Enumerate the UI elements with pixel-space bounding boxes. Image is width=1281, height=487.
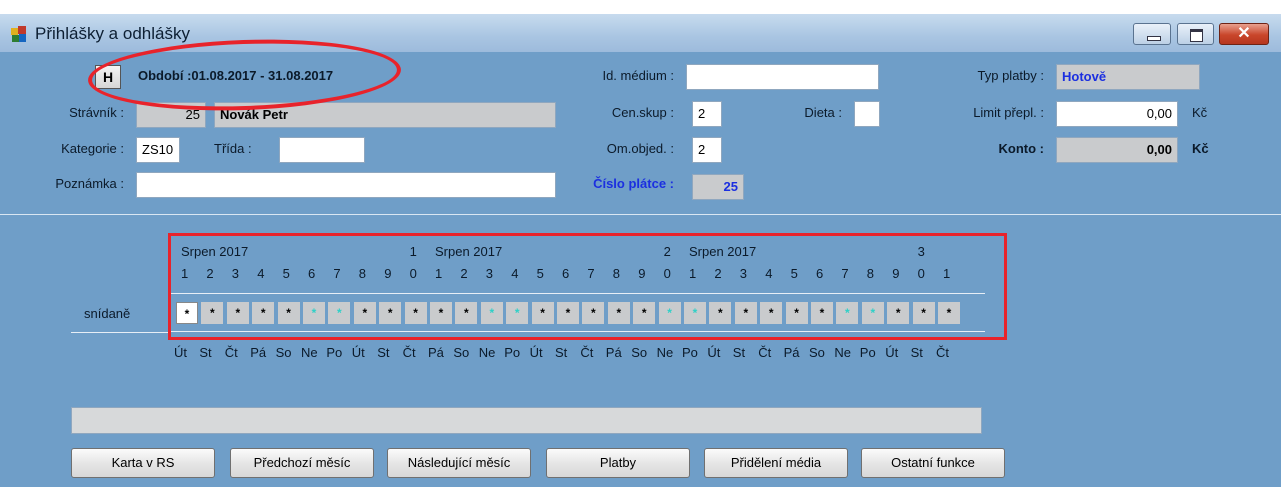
weekday-label: Po [859, 345, 876, 360]
cislo-platce-field: 25 [692, 174, 744, 200]
konto-currency: Kč [1192, 141, 1209, 156]
weekday-label: St [555, 345, 568, 360]
limit-field[interactable]: 0,00 [1056, 101, 1178, 127]
assign-media-button[interactable]: Přidělení média [704, 448, 848, 478]
typ-platby-label: Typ platby : [977, 68, 1044, 83]
typ-platby-field: Hotově [1056, 64, 1200, 90]
maximize-button[interactable] [1177, 23, 1214, 45]
weekday-label: Pá [605, 345, 622, 360]
omobjed-field[interactable]: 2 [692, 137, 722, 163]
limit-currency: Kč [1192, 105, 1208, 120]
weekday-label: Ne [656, 345, 674, 360]
kategorie-label: Kategorie : [61, 141, 124, 156]
weekday-label: Ne [301, 345, 318, 360]
weekday-label: Pá [428, 345, 444, 360]
weekday-label: Út [174, 345, 187, 360]
grid-line-label [71, 332, 168, 333]
dieta-field[interactable] [854, 101, 880, 127]
payments-button[interactable]: Platby [546, 448, 690, 478]
weekday-label: So [453, 345, 470, 360]
highlight-box [168, 233, 1007, 340]
meal-label: snídaně [84, 306, 131, 321]
cislo-platce-label: Číslo plátce : [593, 176, 674, 191]
omobjed-label: Om.objed. : [606, 141, 674, 156]
previous-month-button[interactable]: Předchozí měsíc [230, 448, 374, 478]
weekday-label: Pá [250, 345, 267, 360]
section-divider [0, 214, 1281, 215]
other-functions-button[interactable]: Ostatní funkce [861, 448, 1005, 478]
poznamka-field[interactable] [136, 172, 556, 198]
status-bar [71, 407, 982, 434]
weekday-label: So [275, 345, 292, 360]
weekday-label: Čt [580, 345, 594, 360]
karta-button[interactable]: Karta v RS [71, 448, 215, 478]
konto-field: 0,00 [1056, 137, 1178, 163]
stravnik-label: Strávník : [69, 105, 124, 120]
weekday-label: Út [885, 345, 899, 360]
weekday-label: Čt [402, 345, 416, 360]
weekday-label: Ne [834, 345, 852, 360]
censkup-label: Cen.skup : [611, 105, 674, 120]
next-month-button[interactable]: Následující měsíc [387, 448, 531, 478]
kategorie-field[interactable]: ZS10 [136, 137, 180, 163]
weekday-label: St [199, 345, 212, 360]
id-medium-label: Id. médium : [602, 68, 674, 83]
trida-label: Třída : [214, 141, 252, 156]
weekday-label: Pá [783, 345, 800, 360]
app-icon [11, 26, 26, 42]
weekday-label: So [631, 345, 648, 360]
weekday-label: Po [504, 345, 521, 360]
konto-label: Konto : [998, 141, 1044, 156]
weekday-label: St [377, 345, 390, 360]
weekday-label: Čt [224, 345, 238, 360]
close-button[interactable]: ✕ [1219, 23, 1269, 45]
weekday-label: Po [682, 345, 698, 360]
weekday-label: Čt [936, 345, 949, 360]
weekday-label: Út [351, 345, 365, 360]
weekday-label: So [809, 345, 825, 360]
id-medium-field[interactable] [686, 64, 879, 90]
weekday-label: St [732, 345, 746, 360]
poznamka-label: Poznámka : [55, 176, 124, 191]
censkup-field[interactable]: 2 [692, 101, 722, 127]
weekday-label: Út [529, 345, 543, 360]
close-icon: ✕ [1237, 25, 1251, 42]
window-title: Přihlášky a odhlášky [35, 24, 190, 43]
weekday-label: Út [707, 345, 721, 360]
weekday-label: St [910, 345, 923, 360]
weekday-label: Čt [758, 345, 772, 360]
minimize-button[interactable] [1133, 23, 1171, 45]
trida-field[interactable] [279, 137, 365, 163]
weekday-label: Ne [478, 345, 496, 360]
limit-label: Limit přepl. : [973, 105, 1044, 120]
weekday-label: Po [326, 345, 343, 360]
dieta-label: Dieta : [804, 105, 842, 120]
